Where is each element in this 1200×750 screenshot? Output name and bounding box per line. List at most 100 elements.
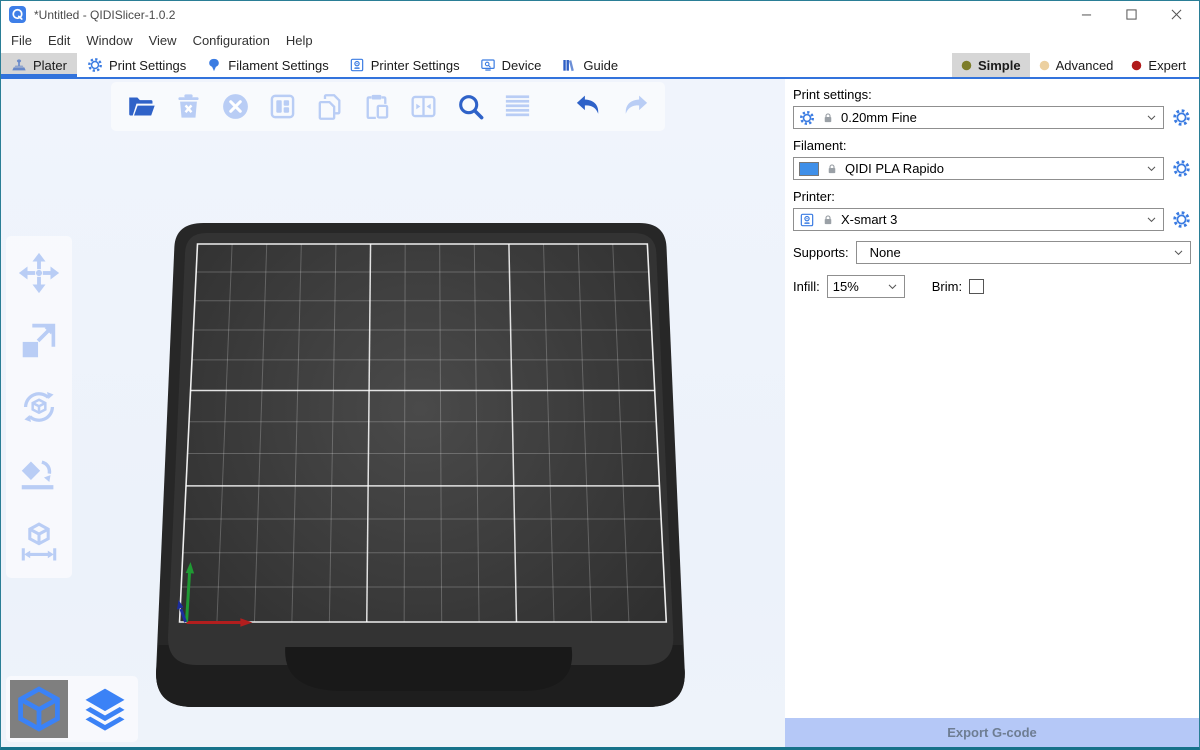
split-button[interactable] xyxy=(406,90,440,124)
rotate-button[interactable] xyxy=(15,383,63,431)
app-logo-icon xyxy=(9,6,26,23)
scale-button[interactable] xyxy=(15,316,63,364)
gear-icon xyxy=(799,110,815,126)
simple-mode-dot-icon xyxy=(961,60,972,71)
open-folder-icon xyxy=(126,91,157,122)
device-icon xyxy=(480,57,496,73)
chevron-down-icon xyxy=(1145,111,1158,124)
search-button[interactable] xyxy=(453,90,487,124)
move-button[interactable] xyxy=(15,249,63,297)
move-arrows-icon xyxy=(16,250,62,296)
export-gcode-button[interactable]: Export G-code xyxy=(785,718,1199,747)
menu-edit[interactable]: Edit xyxy=(40,28,78,53)
mode-label: Advanced xyxy=(1056,58,1114,73)
tab-print-settings[interactable]: Print Settings xyxy=(77,53,196,77)
tab-filament-settings[interactable]: Filament Settings xyxy=(196,53,338,77)
filament-edit-button[interactable] xyxy=(1171,159,1191,179)
layer-lines-icon xyxy=(502,91,533,122)
tab-label: Device xyxy=(502,58,542,73)
plater-icon xyxy=(11,57,27,73)
tab-label: Plater xyxy=(33,58,67,73)
printer-edit-button[interactable] xyxy=(1171,210,1191,230)
menu-view[interactable]: View xyxy=(141,28,185,53)
split-window-icon xyxy=(408,91,439,122)
lock-icon xyxy=(821,213,835,227)
view-switch xyxy=(6,676,138,742)
gear-icon xyxy=(87,57,103,73)
view-preview-layers-button[interactable] xyxy=(76,680,134,738)
maximize-icon xyxy=(1126,9,1137,20)
tab-printer-settings[interactable]: Printer Settings xyxy=(339,53,470,77)
undo-button[interactable] xyxy=(571,90,605,124)
minimize-icon xyxy=(1081,9,1092,20)
redo-button[interactable] xyxy=(618,90,652,124)
open-button[interactable] xyxy=(124,90,158,124)
undo-arrow-icon xyxy=(573,91,604,122)
gear-icon xyxy=(1172,159,1191,178)
close-button[interactable] xyxy=(1154,1,1199,28)
books-icon xyxy=(561,57,577,73)
infill-combo[interactable]: 15% xyxy=(827,275,905,298)
view-3d-editor-button[interactable] xyxy=(10,680,68,738)
menu-configuration[interactable]: Configuration xyxy=(185,28,278,53)
place-on-face-button[interactable] xyxy=(15,450,63,498)
print-settings-edit-button[interactable] xyxy=(1171,108,1191,128)
circle-x-icon xyxy=(220,91,251,122)
tab-label: Filament Settings xyxy=(228,58,328,73)
maximize-button[interactable] xyxy=(1109,1,1154,28)
supports-combo[interactable]: None xyxy=(856,241,1191,264)
copy-button[interactable] xyxy=(312,90,346,124)
gear-icon xyxy=(1172,108,1191,127)
lock-icon xyxy=(825,162,839,176)
3d-viewport[interactable] xyxy=(1,79,785,747)
menu-file[interactable]: File xyxy=(3,28,40,53)
mode-expert[interactable]: Expert xyxy=(1122,53,1195,77)
scale-icon xyxy=(16,317,62,363)
minimize-button[interactable] xyxy=(1064,1,1109,28)
layers-icon xyxy=(79,683,131,735)
menu-window[interactable]: Window xyxy=(78,28,140,53)
mode-label: Simple xyxy=(978,58,1021,73)
delete-button[interactable] xyxy=(171,90,205,124)
tab-guide[interactable]: Guide xyxy=(551,53,628,77)
infill-value: 15% xyxy=(833,279,880,294)
paste-clipboard-icon xyxy=(361,91,392,122)
search-icon xyxy=(455,91,486,122)
place-on-face-icon xyxy=(16,451,62,497)
window-title: *Untitled - QIDISlicer-1.0.2 xyxy=(34,8,1064,22)
brim-checkbox[interactable] xyxy=(969,279,984,294)
print-settings-combo[interactable]: 0.20mm Fine xyxy=(793,106,1164,129)
cube-icon xyxy=(13,683,65,735)
filament-combo[interactable]: QIDI PLA Rapido xyxy=(793,157,1164,180)
chevron-down-icon xyxy=(1172,246,1185,259)
print-settings-label: Print settings: xyxy=(793,87,1191,102)
menu-help[interactable]: Help xyxy=(278,28,321,53)
redo-arrow-icon xyxy=(620,91,651,122)
arrange-button[interactable] xyxy=(265,90,299,124)
tab-plater[interactable]: Plater xyxy=(1,53,77,77)
printer-icon xyxy=(349,57,365,73)
sidebar: Print settings: 0.20mm Fine xyxy=(785,79,1199,747)
variable-layer-height-button[interactable] xyxy=(500,90,534,124)
mode-switcher: Simple Advanced Expert xyxy=(952,53,1199,77)
tab-device[interactable]: Device xyxy=(470,53,552,77)
filament-label: Filament: xyxy=(793,138,1191,153)
trash-icon xyxy=(173,91,204,122)
printer-combo[interactable]: X-smart 3 xyxy=(793,208,1164,231)
mode-simple[interactable]: Simple xyxy=(952,53,1030,77)
chevron-down-icon xyxy=(886,280,899,293)
gear-icon xyxy=(1172,210,1191,229)
supports-value: None xyxy=(862,245,1166,260)
copy-icon xyxy=(314,91,345,122)
mode-advanced[interactable]: Advanced xyxy=(1030,53,1123,77)
top-toolbar xyxy=(111,82,665,131)
printer-label: Printer: xyxy=(793,189,1191,204)
paste-button[interactable] xyxy=(359,90,393,124)
tab-label: Print Settings xyxy=(109,58,186,73)
printer-value: X-smart 3 xyxy=(841,212,1139,227)
supports-label: Supports: xyxy=(793,245,849,260)
mode-label: Expert xyxy=(1148,58,1186,73)
delete-all-button[interactable] xyxy=(218,90,252,124)
menubar: File Edit Window View Configuration Help xyxy=(1,28,1199,53)
measure-button[interactable] xyxy=(15,517,63,565)
